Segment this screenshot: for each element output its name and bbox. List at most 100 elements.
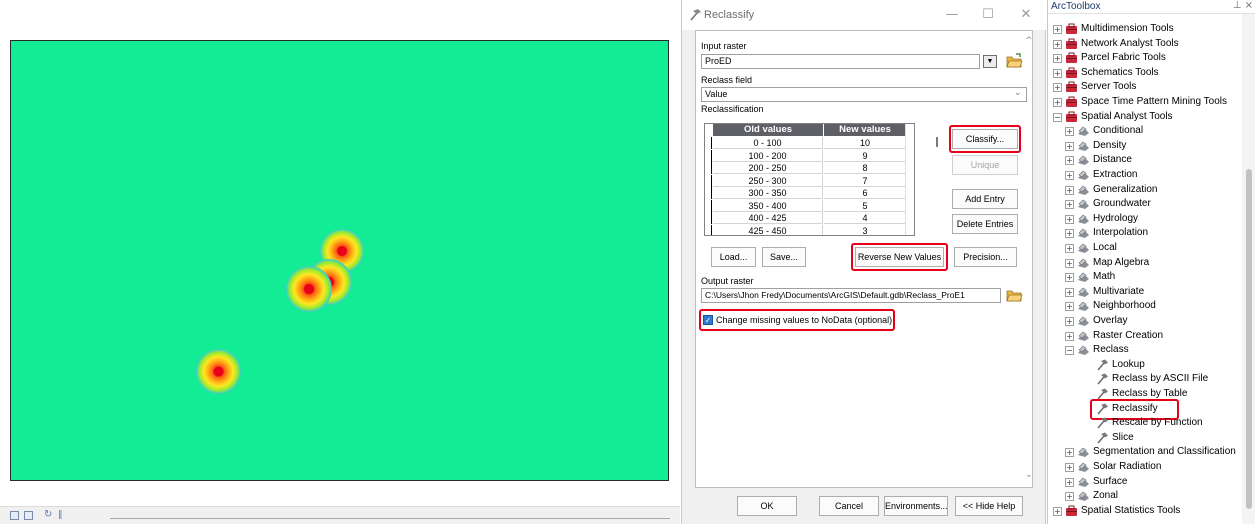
toolbox-item[interactable]: + Zonal xyxy=(1048,489,1242,504)
collapse-icon[interactable]: − xyxy=(1065,346,1074,356)
expand-icon[interactable]: + xyxy=(1053,54,1062,64)
expand-icon[interactable]: + xyxy=(1065,171,1074,180)
toolbox-item[interactable]: + Spatial Statistics Tools xyxy=(1048,504,1242,519)
save-button[interactable]: Save... xyxy=(762,247,806,267)
expand-icon[interactable]: + xyxy=(1065,448,1074,458)
folder-open-icon[interactable] xyxy=(1006,287,1023,302)
old-value-cell[interactable]: 100 - 200 xyxy=(713,149,823,162)
hide-help-button[interactable]: << Hide Help xyxy=(955,496,1023,516)
new-value-cell[interactable]: 8 xyxy=(824,162,906,174)
expand-icon[interactable]: + xyxy=(1065,463,1074,472)
new-value-cell[interactable]: 5 xyxy=(824,200,906,212)
expand-icon[interactable]: + xyxy=(1065,477,1074,487)
old-value-cell[interactable]: 300 - 350 xyxy=(713,187,823,199)
toolbox-item[interactable]: + Parcel Fabric Tools xyxy=(1048,51,1242,66)
layout-view-icon[interactable] xyxy=(10,511,19,520)
toolbox-item[interactable]: + Solar Radiation xyxy=(1048,460,1242,475)
unique-button[interactable]: Unique xyxy=(952,155,1018,175)
expand-icon[interactable]: + xyxy=(1065,331,1074,341)
horizontal-scrollbar[interactable] xyxy=(110,518,670,519)
expand-icon[interactable]: + xyxy=(1053,39,1062,49)
expand-icon[interactable]: + xyxy=(1065,229,1074,239)
new-value-cell[interactable]: 3 xyxy=(824,225,906,236)
chevron-up-icon[interactable]: ^ xyxy=(1025,36,1033,46)
ok-button[interactable]: OK xyxy=(737,496,797,516)
toolbox-item[interactable]: + Overlay xyxy=(1048,314,1242,329)
refresh-icon[interactable]: ↻ xyxy=(44,509,52,520)
expand-icon[interactable]: + xyxy=(1053,25,1062,34)
toolbox-item[interactable]: + Math xyxy=(1048,270,1242,285)
cancel-button[interactable]: Cancel xyxy=(819,496,879,516)
reclassification-table[interactable]: Old values New values 0 - 100 10 100 - 200… xyxy=(704,123,915,236)
expand-icon[interactable]: + xyxy=(1065,258,1074,268)
toolbox-item[interactable]: + Distance xyxy=(1048,153,1242,168)
pause-icon[interactable]: ‖ xyxy=(58,510,63,520)
toolbox-item[interactable]: + Segmentation and Classification xyxy=(1048,445,1242,460)
toolbox-item[interactable]: + Neighborhood xyxy=(1048,299,1242,314)
row-selector[interactable] xyxy=(705,149,712,162)
column-header-new-values[interactable]: New values xyxy=(824,124,906,136)
toolbox-item[interactable]: + Server Tools xyxy=(1048,80,1242,95)
toolbox-item[interactable]: + Raster Creation xyxy=(1048,329,1242,344)
toolbox-item[interactable]: + Map Algebra xyxy=(1048,256,1242,271)
toolbox-item[interactable]: + Surface xyxy=(1048,475,1242,490)
close-button[interactable]: ✕ xyxy=(1016,6,1036,24)
old-value-cell[interactable]: 250 - 300 xyxy=(713,174,823,187)
environments-button[interactable]: Environments... xyxy=(884,496,948,516)
expand-icon[interactable]: + xyxy=(1065,141,1074,151)
table-scrollbar[interactable] xyxy=(905,124,914,235)
old-value-cell[interactable]: 425 - 450 xyxy=(713,224,823,235)
toolbox-item[interactable]: + Space Time Pattern Mining Tools xyxy=(1048,95,1242,110)
expand-icon[interactable]: + xyxy=(1065,185,1074,195)
expand-icon[interactable]: + xyxy=(1065,244,1074,253)
expand-icon[interactable]: + xyxy=(1065,156,1074,166)
row-selector[interactable] xyxy=(705,212,712,224)
dialog-title-bar[interactable]: Reclassify — ☐ ✕ xyxy=(682,0,1047,30)
toolbox-item[interactable]: Rescale by Function xyxy=(1048,416,1242,431)
toolbox-item[interactable]: + Interpolation xyxy=(1048,226,1242,241)
toolbox-item[interactable]: + Generalization xyxy=(1048,183,1242,198)
expand-icon[interactable]: + xyxy=(1065,302,1074,312)
load-button[interactable]: Load... xyxy=(711,247,756,267)
map-view[interactable]: ↻ ‖ xyxy=(0,0,680,524)
pin-close-icons[interactable]: ⊥ × xyxy=(1233,0,1253,11)
toolbox-item[interactable]: + Hydrology xyxy=(1048,212,1242,227)
toolbox-item[interactable]: + Multivariate xyxy=(1048,285,1242,300)
folder-open-icon[interactable] xyxy=(1006,53,1023,68)
row-selector[interactable] xyxy=(705,137,712,149)
row-selector[interactable] xyxy=(705,187,712,199)
chevron-down-icon[interactable]: ⌄ xyxy=(1025,470,1033,480)
toolbox-item[interactable]: + Schematics Tools xyxy=(1048,66,1242,81)
dialog-scrollbar[interactable]: ^ ⌄ xyxy=(1023,30,1037,488)
expand-icon[interactable]: + xyxy=(1065,492,1074,502)
old-value-cell[interactable]: 400 - 425 xyxy=(713,212,823,224)
old-value-cell[interactable]: 200 - 250 xyxy=(713,162,823,174)
toolbox-item[interactable]: + Density xyxy=(1048,139,1242,154)
chevron-down-icon[interactable]: ⌄ xyxy=(1014,88,1022,98)
collapse-icon[interactable]: − xyxy=(1053,112,1062,122)
expand-icon[interactable]: + xyxy=(1053,68,1062,78)
new-value-cell[interactable]: 10 xyxy=(824,137,906,149)
reclass-field-select[interactable]: Value xyxy=(701,87,1027,102)
toolbox-scrollbar-thumb[interactable] xyxy=(1246,169,1252,509)
expand-icon[interactable]: + xyxy=(1053,506,1062,516)
add-entry-button[interactable]: Add Entry xyxy=(952,189,1018,209)
toolbox-item[interactable]: + Groundwater xyxy=(1048,197,1242,212)
new-value-cell[interactable]: 4 xyxy=(824,212,906,224)
minimize-button[interactable]: — xyxy=(942,6,962,24)
row-selector[interactable] xyxy=(705,162,712,174)
expand-icon[interactable]: + xyxy=(1065,273,1074,283)
toolbox-item[interactable]: − Reclass xyxy=(1048,343,1242,358)
toolbox-item[interactable]: + Network Analyst Tools xyxy=(1048,37,1242,52)
input-raster-field[interactable]: ProED xyxy=(701,54,980,69)
maximize-button[interactable]: ☐ xyxy=(978,6,998,24)
toolbox-item[interactable]: Slice xyxy=(1048,431,1242,446)
toolbox-item[interactable]: + Conditional xyxy=(1048,124,1242,139)
table-splitter[interactable] xyxy=(936,137,938,147)
expand-icon[interactable]: + xyxy=(1065,127,1074,137)
raster-layer[interactable] xyxy=(10,40,669,481)
data-view-icon[interactable] xyxy=(24,511,33,520)
expand-icon[interactable]: + xyxy=(1065,214,1074,224)
expand-icon[interactable]: + xyxy=(1065,317,1074,326)
toolbox-scrollbar[interactable] xyxy=(1242,14,1255,524)
